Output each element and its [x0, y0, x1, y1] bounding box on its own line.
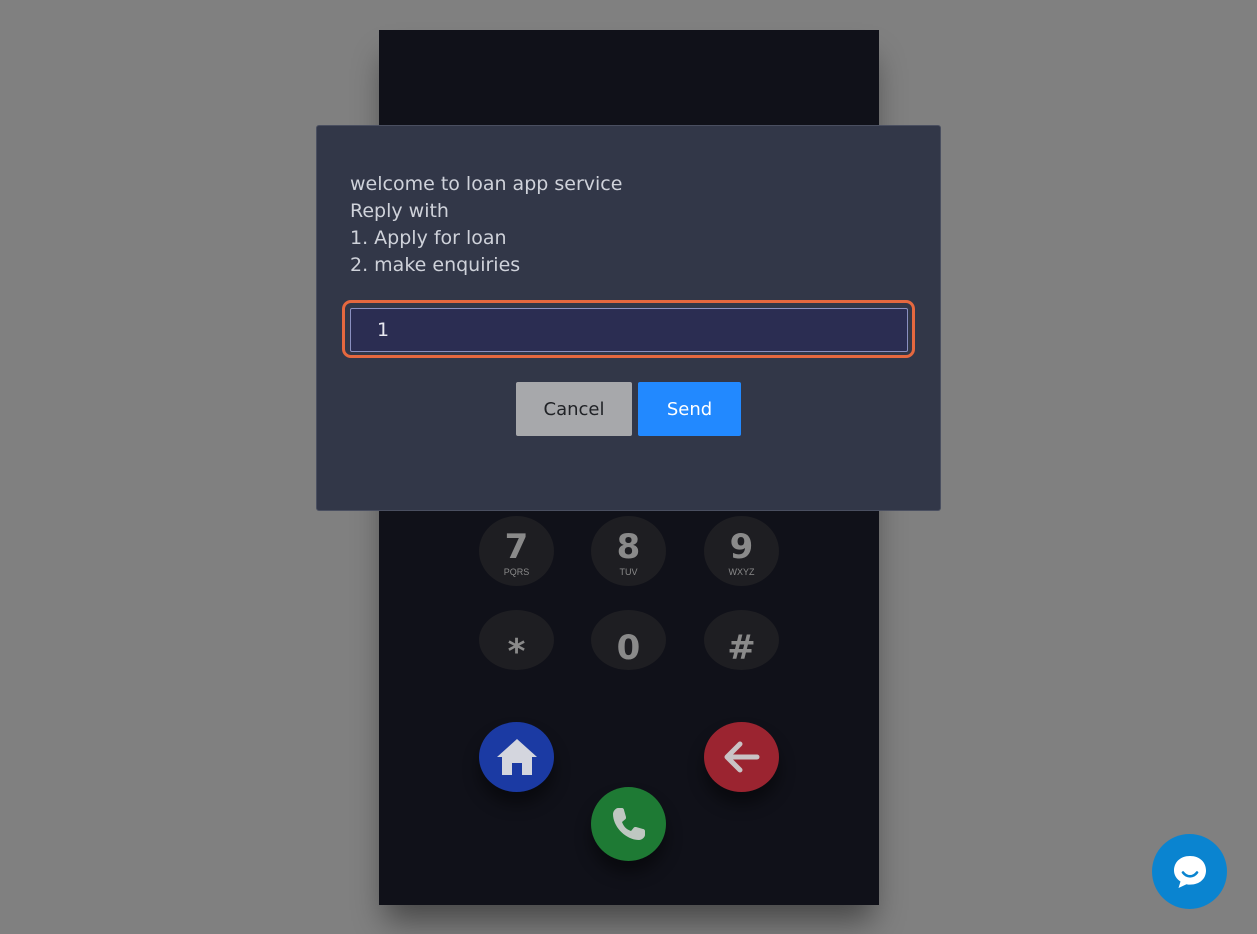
key-7[interactable]: 7 PQRS	[479, 516, 554, 586]
key-hash[interactable]: #	[704, 610, 779, 670]
call-button[interactable]	[591, 787, 666, 861]
key-digit: 0	[616, 628, 641, 668]
key-star[interactable]: *	[479, 610, 554, 670]
key-9[interactable]: 9 WXYZ	[704, 516, 779, 586]
cancel-button[interactable]: Cancel	[516, 382, 632, 436]
message-line: 2. make enquiries	[350, 254, 521, 276]
message-line: welcome to loan app service	[350, 173, 623, 195]
key-0[interactable]: 0	[591, 610, 666, 670]
key-digit: 8	[616, 527, 641, 567]
key-letters: TUV	[619, 567, 638, 577]
key-digit: 7	[504, 527, 529, 567]
home-icon	[496, 739, 537, 775]
message-line: 1. Apply for loan	[350, 227, 507, 249]
key-letters: PQRS	[503, 567, 530, 577]
phone-icon	[612, 808, 645, 840]
arrow-left-icon	[724, 741, 759, 773]
message-line: Reply with	[350, 200, 449, 222]
dialog-message: welcome to loan app service Reply with 1…	[350, 171, 622, 279]
send-button[interactable]: Send	[638, 382, 741, 436]
home-button[interactable]	[479, 722, 554, 792]
reply-input[interactable]	[350, 308, 908, 352]
key-8[interactable]: 8 TUV	[591, 516, 666, 586]
key-letters: WXYZ	[728, 567, 755, 577]
ussd-dialog: welcome to loan app service Reply with 1…	[316, 125, 941, 511]
chat-bubble-icon	[1173, 855, 1206, 888]
key-digit: #	[727, 628, 756, 668]
chat-widget-button[interactable]	[1152, 834, 1227, 909]
key-digit: *	[507, 632, 526, 672]
key-digit: 9	[729, 527, 754, 567]
back-button[interactable]	[704, 722, 779, 792]
